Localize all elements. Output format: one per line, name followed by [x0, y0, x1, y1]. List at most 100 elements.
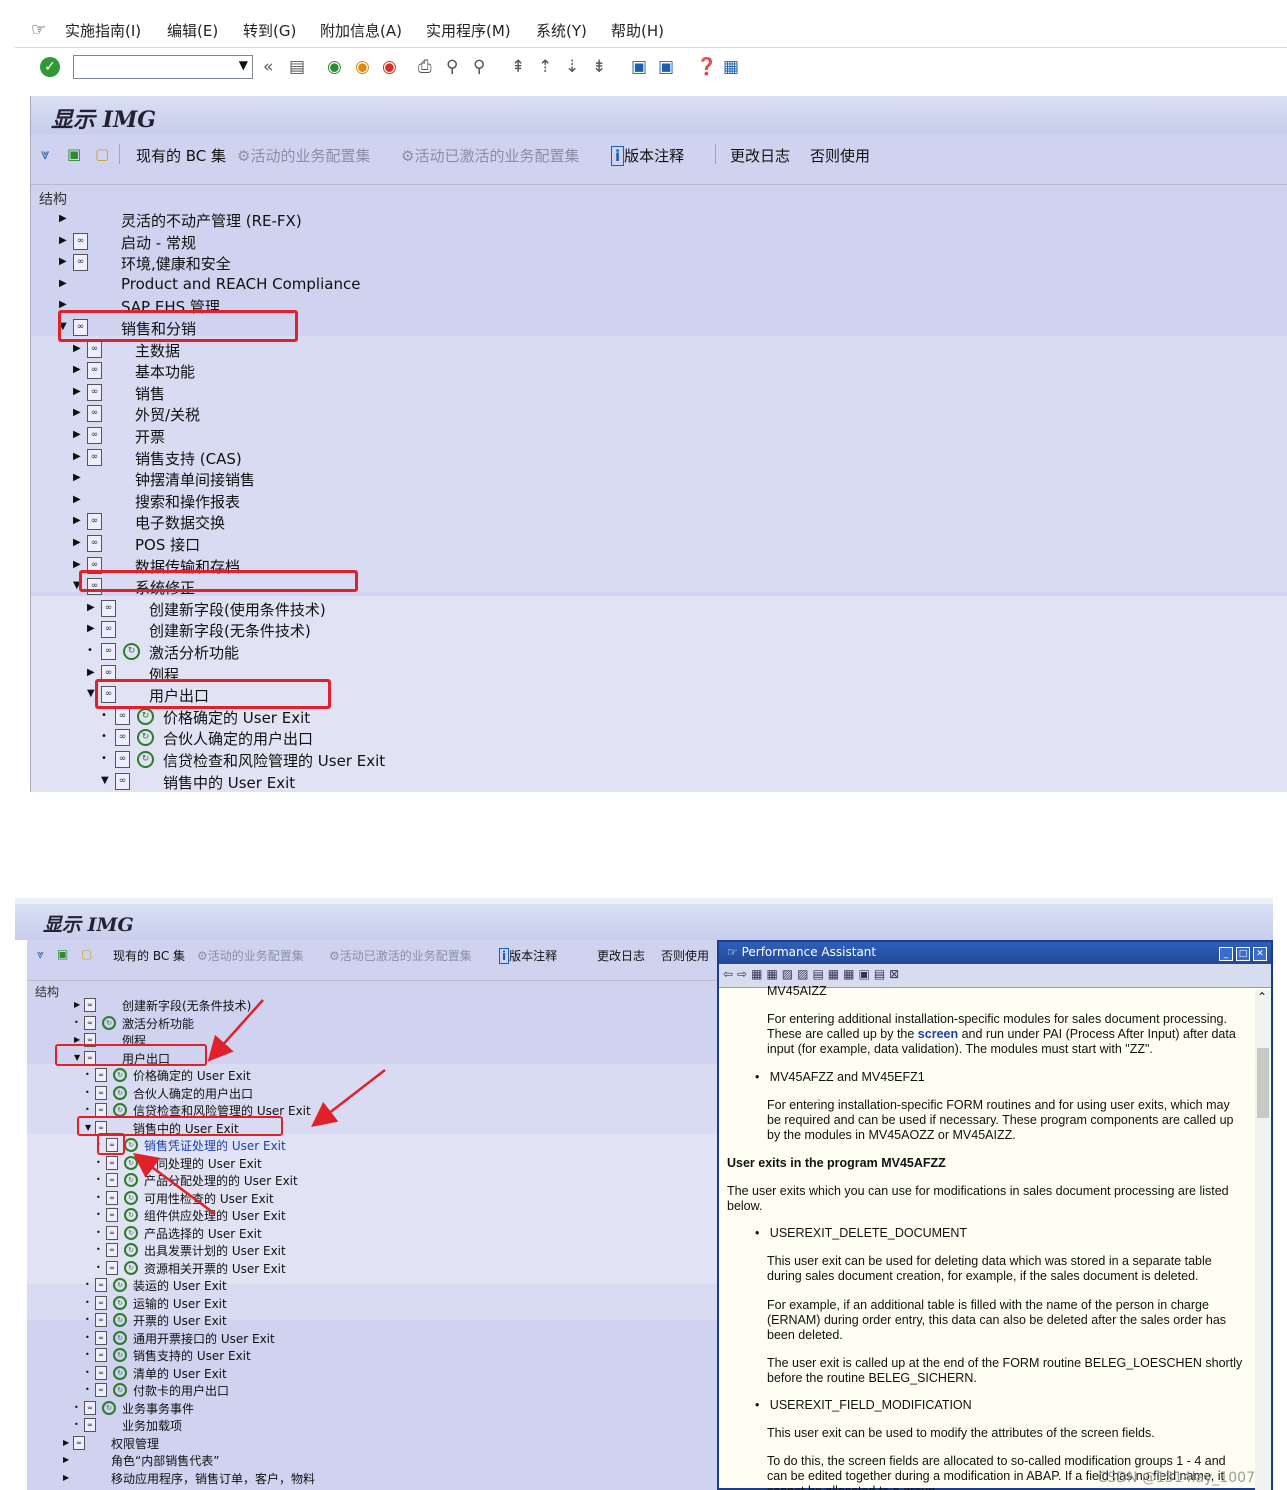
- expand-icon[interactable]: •: [87, 645, 93, 656]
- expand-icon[interactable]: ▶: [73, 386, 81, 397]
- expand-icon[interactable]: ▶: [73, 343, 81, 354]
- layout-menu-icon[interactable]: ▦: [723, 57, 739, 77]
- expand-icon[interactable]: ▶: [87, 667, 95, 678]
- expand-icon[interactable]: ⩔: [41, 145, 49, 163]
- expand-icon[interactable]: ▶: [87, 602, 95, 613]
- find-next-icon[interactable]: ⚲: [473, 57, 485, 77]
- cancel-icon[interactable]: ◉: [382, 57, 397, 77]
- expand-icon[interactable]: ▶: [87, 623, 95, 634]
- doc-icon[interactable]: ∞: [115, 729, 130, 747]
- tree-node[interactable]: ▶ ∞ 基本功能: [31, 360, 831, 382]
- screen-link[interactable]: screen: [918, 1027, 958, 1041]
- doc-icon[interactable]: ∞: [101, 621, 116, 639]
- chevron-up-icon[interactable]: ⌃: [1257, 990, 1267, 1004]
- expand-icon[interactable]: •: [101, 731, 107, 742]
- tree-node[interactable]: ▶ ∞ 开票: [31, 425, 831, 447]
- back-icon[interactable]: ◉: [327, 57, 342, 77]
- bc-sets-button[interactable]: 现有的 BC 集: [136, 145, 226, 166]
- doc-icon[interactable]: ∞: [87, 362, 102, 380]
- tree-node[interactable]: ▶ ∞ 销售支持 (CAS): [31, 447, 831, 469]
- tree-node[interactable]: ▶ Product and REACH Compliance: [31, 274, 831, 296]
- command-field[interactable]: ▼: [73, 55, 253, 79]
- scroll-thumb[interactable]: [1257, 1048, 1269, 1118]
- tree-node[interactable]: ▶ ∞ 创建新字段(无条件技术): [31, 619, 831, 641]
- execute-icon[interactable]: ↻: [123, 643, 140, 660]
- doc-icon[interactable]: ∞: [87, 513, 102, 531]
- collapse-icon[interactable]: ▼: [87, 688, 95, 699]
- doc-icon[interactable]: ∞: [87, 535, 102, 552]
- menu-impl-guide[interactable]: 实施指南(I): [65, 20, 141, 41]
- expand-icon[interactable]: ▶: [73, 494, 81, 505]
- expand-icon[interactable]: ▶: [59, 235, 67, 246]
- tree-node[interactable]: ▶ 搜索和操作报表: [31, 490, 831, 512]
- print-icon[interactable]: ⎙: [418, 57, 432, 77]
- tree-node[interactable]: ▶ ∞ 电子数据交换: [31, 511, 831, 533]
- active-bc-button[interactable]: ⚙活动的业务配置集: [237, 145, 370, 166]
- tree-node[interactable]: • ∞ ↻ 价格确定的 User Exit: [31, 706, 831, 728]
- doc-icon[interactable]: ∞: [87, 448, 102, 466]
- tree-node[interactable]: ▼ ∞ 销售中的 User Exit: [31, 771, 831, 792]
- tree-node[interactable]: • ∞ ↻ 合伙人确定的用户出口: [31, 727, 831, 749]
- next-page-icon[interactable]: ⇣: [565, 57, 579, 77]
- expand-icon[interactable]: ▶: [59, 213, 67, 224]
- tree-node[interactable]: ▶ 灵活的不动产管理 (RE-FX): [31, 209, 831, 231]
- chevron-down-icon[interactable]: ▼: [239, 58, 248, 72]
- expand-icon[interactable]: ▶: [73, 559, 81, 570]
- doc-icon[interactable]: ∞: [115, 751, 130, 768]
- scrollbar[interactable]: ⌃: [1255, 990, 1271, 1490]
- collapse-icon[interactable]: ▼: [101, 775, 109, 786]
- execute-icon[interactable]: ↻: [137, 729, 154, 747]
- doc-icon[interactable]: ∞: [73, 254, 88, 272]
- first-page-icon[interactable]: ⇞: [511, 57, 525, 77]
- docs-icon[interactable]: ▢: [95, 145, 109, 163]
- expand-icon[interactable]: ▶: [59, 256, 67, 267]
- help-icon[interactable]: ❓: [696, 57, 717, 77]
- execute-icon[interactable]: ↻: [137, 751, 154, 768]
- deprecated-button[interactable]: 否则使用: [810, 145, 870, 166]
- enter-icon[interactable]: ✓: [40, 57, 60, 77]
- tree-node[interactable]: ▶ ∞ 创建新字段(使用条件技术): [31, 598, 831, 620]
- menu-goto[interactable]: 转到(G): [243, 20, 296, 41]
- expand-icon[interactable]: ▶: [73, 364, 81, 375]
- find-icon[interactable]: ⚲: [446, 57, 458, 77]
- doc-icon[interactable]: ∞: [115, 772, 130, 790]
- tree-node[interactable]: ▶ ∞ 销售: [31, 382, 831, 404]
- shortcut-icon[interactable]: ▣: [658, 57, 674, 77]
- prev-page-icon[interactable]: ⇡: [538, 57, 552, 77]
- doc-icon[interactable]: ∞: [87, 427, 102, 444]
- menu-utilities[interactable]: 实用程序(M): [426, 20, 511, 41]
- doc-icon[interactable]: ∞: [101, 599, 116, 617]
- project-icon[interactable]: ▣: [67, 145, 81, 163]
- doc-icon[interactable]: ∞: [73, 232, 88, 250]
- release-notes-button[interactable]: i 版本注释: [611, 145, 684, 166]
- expand-icon[interactable]: ▶: [73, 407, 81, 418]
- activated-bc-button[interactable]: ⚙活动已激活的业务配置集: [401, 145, 579, 166]
- tree-node[interactable]: ▶ 钟摆清单间接销售: [31, 468, 831, 490]
- toolbar-icons[interactable]: ⇦⇨▦▦▨▨▤▦▦▣▤⊠: [723, 967, 903, 981]
- tree-node[interactable]: ▶ ∞ 环境,健康和安全: [31, 252, 831, 274]
- tree-node[interactable]: ▶ ∞ 启动 - 常规: [31, 231, 831, 253]
- exit-icon[interactable]: ◉: [355, 57, 370, 77]
- save-icon[interactable]: ▤: [289, 57, 305, 77]
- expand-icon[interactable]: ▶: [73, 451, 81, 462]
- last-page-icon[interactable]: ⇟: [592, 57, 606, 77]
- expand-icon[interactable]: •: [101, 710, 107, 721]
- expand-icon[interactable]: ▶: [59, 299, 67, 310]
- menu-help[interactable]: 帮助(H): [611, 20, 664, 41]
- change-log-button[interactable]: 更改日志: [730, 145, 790, 166]
- maximize-icon[interactable]: □: [1236, 947, 1250, 961]
- doc-icon[interactable]: ∞: [87, 383, 102, 401]
- doc-icon[interactable]: ∞: [87, 340, 102, 358]
- execute-icon[interactable]: ↻: [137, 707, 154, 725]
- expand-icon[interactable]: ▶: [73, 515, 81, 526]
- menu-system[interactable]: 系统(Y): [536, 20, 587, 41]
- tree-node[interactable]: • ∞ ↻ 激活分析功能: [31, 641, 831, 663]
- menu-extras[interactable]: 附加信息(A): [320, 20, 402, 41]
- doc-icon[interactable]: ∞: [115, 707, 130, 725]
- menu-icon[interactable]: ☞: [31, 20, 46, 40]
- close-icon[interactable]: ✕: [1253, 947, 1267, 961]
- tree-node[interactable]: • ∞ ↻ 信贷检查和风险管理的 User Exit: [31, 749, 831, 771]
- expand-icon[interactable]: ▶: [73, 472, 81, 483]
- expand-icon[interactable]: ▶: [73, 537, 81, 548]
- expand-icon[interactable]: ▶: [59, 278, 67, 289]
